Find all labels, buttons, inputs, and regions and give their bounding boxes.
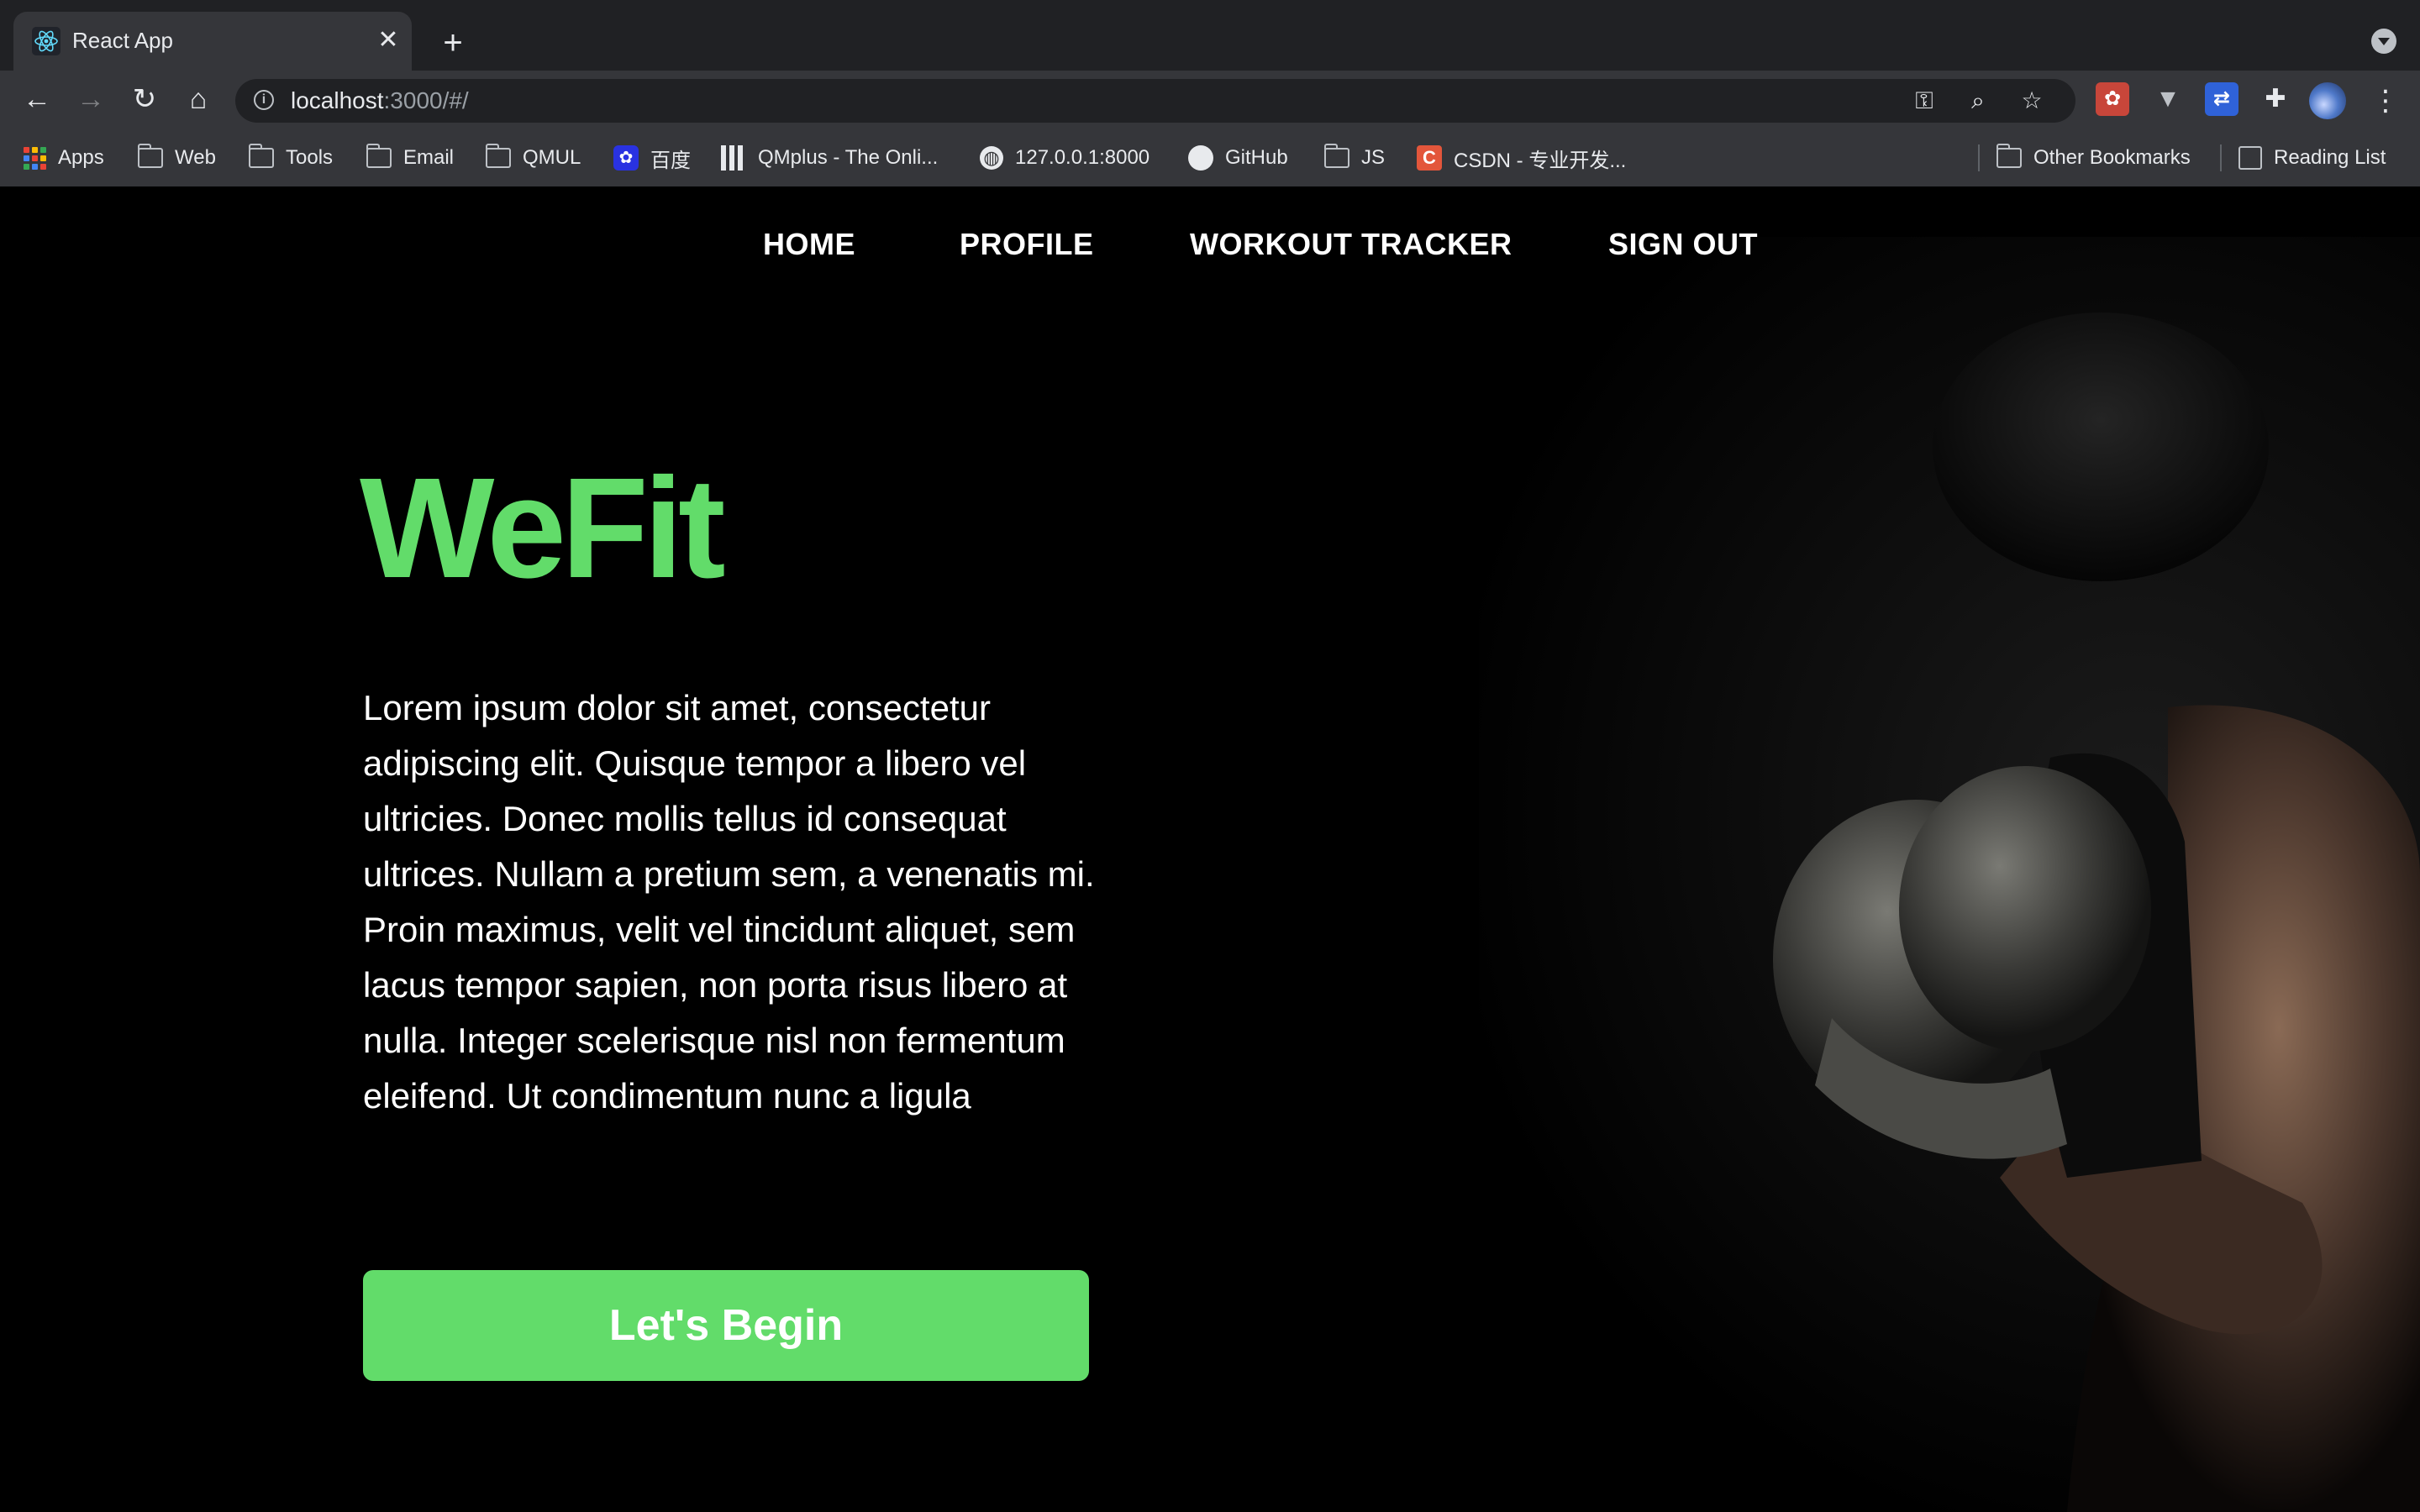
close-tab-icon[interactable]: ✕ (373, 25, 403, 55)
react-favicon-icon (32, 27, 60, 55)
key-icon[interactable]: ⚿ (1909, 86, 1939, 116)
apps-grid-icon (24, 146, 46, 170)
browser-chrome: React App ✕ + ← → ↻ ⌂ i localhost:3000/#… (0, 0, 2420, 186)
folder-icon (1324, 144, 1349, 168)
baidu-icon: ✿ (613, 145, 639, 171)
bookmark-label: Tools (286, 146, 334, 169)
forward-icon[interactable]: → (71, 79, 111, 119)
bookmark-label: Web (175, 146, 216, 169)
bookmark-csdn[interactable]: C CSDN - 专业开发... (1417, 143, 1626, 173)
main-nav: HOME PROFILE WORKOUT TRACKER SIGN OUT (0, 186, 2420, 304)
qmplus-icon (721, 145, 746, 171)
bookmark-label: 127.0.0.1:8000 (1015, 146, 1150, 169)
bookmark-js[interactable]: JS (1324, 143, 1385, 173)
nav-profile[interactable]: PROFILE (960, 227, 1094, 262)
bookmark-github[interactable]: GitHub (1188, 143, 1288, 173)
bookmark-label: Email (403, 146, 455, 169)
brand-title: WeFit (360, 449, 726, 608)
bookmark-apps[interactable]: Apps (24, 143, 104, 173)
github-icon (1188, 145, 1213, 171)
new-tab-icon[interactable]: + (434, 24, 472, 62)
hero-description: Lorem ipsum dolor sit amet, consectetur … (363, 688, 1095, 1116)
bookmark-label: 百度 (650, 149, 691, 172)
bookmark-label: CSDN - 专业开发... (1454, 149, 1627, 172)
bookmark-label: JS (1361, 146, 1386, 169)
bookmarks-bar: Apps Web Tools Email QMUL ✿ 百度 QMplus - … (0, 134, 2420, 181)
url-path: :3000/#/ (383, 87, 469, 113)
app-page: HOME PROFILE WORKOUT TRACKER SIGN OUT We… (0, 186, 2420, 1512)
boxer-with-gloves-photo (1773, 312, 2420, 1512)
bookmarks-divider (1978, 144, 1980, 171)
nav-workout-tracker[interactable]: WORKOUT TRACKER (1190, 227, 1512, 262)
nav-home[interactable]: HOME (763, 227, 855, 262)
menu-icon[interactable]: ⋮ (2371, 82, 2400, 119)
tab-strip: React App ✕ + (0, 0, 2420, 71)
star-icon[interactable]: ☆ (2017, 86, 2047, 116)
address-bar[interactable]: i localhost:3000/#/ ⚿ ⌕ ☆ (235, 79, 2075, 123)
home-icon[interactable]: ⌂ (178, 79, 218, 119)
bookmark-label: Apps (58, 146, 104, 169)
csdn-icon: C (1417, 145, 1442, 171)
bookmark-label: QMUL (523, 146, 581, 169)
tab-title: React App (72, 28, 173, 53)
bookmark-qmplus[interactable]: QMplus - The Onli... (721, 143, 938, 173)
tab-search-icon[interactable] (2371, 29, 2396, 54)
bookmark-other[interactable]: Other Bookmarks (1996, 143, 2191, 173)
profile-avatar[interactable] (2309, 82, 2346, 119)
url-host: localhost (291, 87, 384, 113)
extension-red-icon[interactable]: ✿ (2096, 82, 2129, 116)
extension-v-icon[interactable]: ▼ (2151, 82, 2185, 116)
reading-list[interactable]: Reading List (2238, 143, 2386, 173)
bookmark-label: Other Bookmarks (2033, 146, 2191, 169)
nav-sign-out[interactable]: SIGN OUT (1608, 227, 1758, 262)
folder-icon (138, 144, 163, 168)
bookmark-tools[interactable]: Tools (249, 143, 333, 173)
back-icon[interactable]: ← (17, 79, 57, 119)
url-text[interactable]: localhost:3000/#/ (291, 87, 469, 114)
reload-icon[interactable]: ↻ (124, 79, 165, 119)
bookmark-qmul[interactable]: QMUL (486, 143, 581, 173)
folder-icon (486, 144, 511, 168)
folder-icon (366, 144, 392, 168)
folder-icon (1996, 144, 2022, 168)
bookmarks-divider (2220, 144, 2222, 171)
globe-icon: ◍ (980, 146, 1003, 170)
bookmark-email[interactable]: Email (366, 143, 454, 173)
puzzle-icon[interactable]: ✚ (2259, 82, 2292, 116)
bookmark-web[interactable]: Web (138, 143, 216, 173)
extension-blue-icon[interactable]: ⇄ (2205, 82, 2238, 116)
bookmark-label: GitHub (1225, 146, 1288, 169)
bookmark-baidu[interactable]: ✿ 百度 (613, 143, 691, 173)
site-info-icon[interactable]: i (254, 90, 274, 110)
zoom-icon[interactable]: ⌕ (1963, 86, 1993, 116)
bookmark-label: QMplus - The Onli... (758, 146, 939, 169)
hero-image (1479, 237, 2420, 1512)
lets-begin-button[interactable]: Let's Begin (363, 1270, 1089, 1381)
bookmark-label: Reading List (2274, 146, 2386, 169)
folder-icon (249, 144, 274, 168)
browser-tab[interactable]: React App ✕ (13, 12, 412, 71)
bookmark-localhost[interactable]: ◍ 127.0.0.1:8000 (980, 143, 1150, 173)
reading-list-icon (2238, 146, 2262, 170)
browser-toolbar: ← → ↻ ⌂ i localhost:3000/#/ ⚿ ⌕ ☆ (0, 71, 2420, 128)
